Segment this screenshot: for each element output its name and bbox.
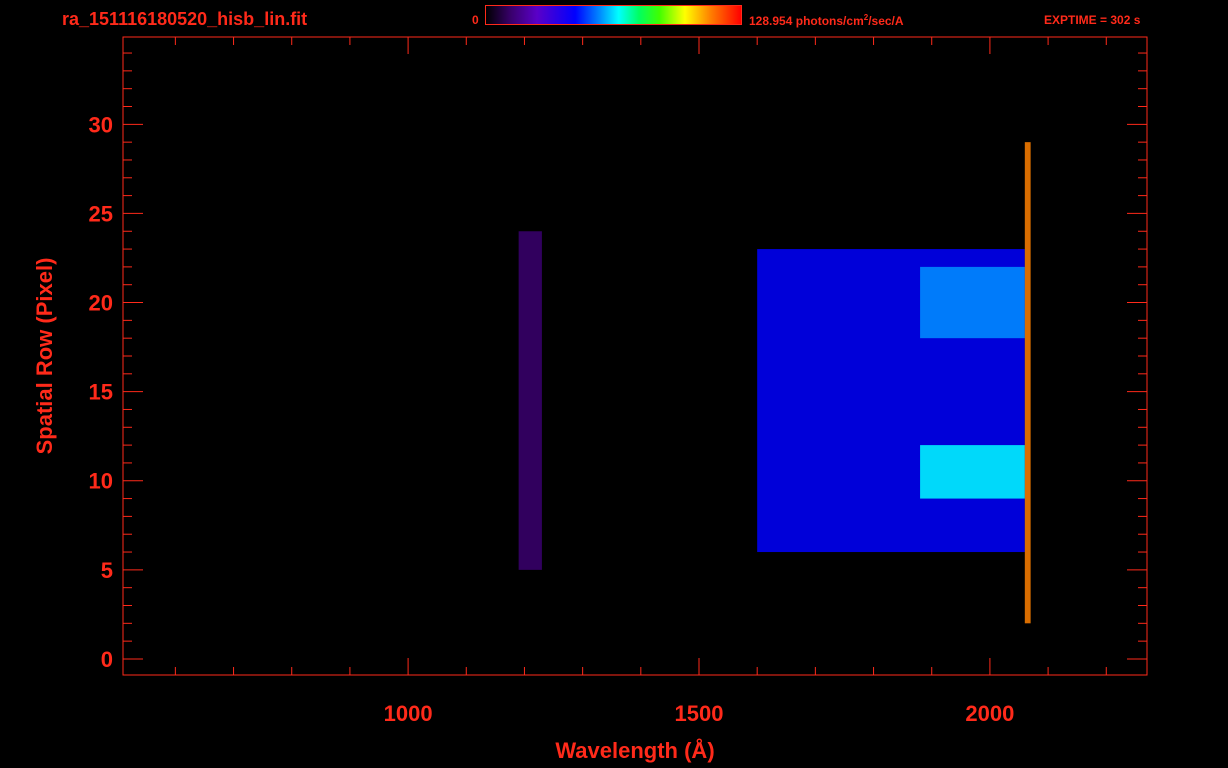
x-tick-label: 2000: [965, 701, 1014, 726]
y-tick-label: 5: [101, 558, 113, 583]
y-tick-label: 15: [89, 380, 113, 405]
heatmap-feature-2: [920, 445, 1025, 499]
x-tick-label: 1000: [384, 701, 433, 726]
spectrum-image-plot: 1000 1500 2000051015202530 Wavelength (Å) …: [32, 36, 1148, 763]
y-tick-label: 30: [89, 112, 113, 137]
x-tick-label: 1500: [675, 701, 724, 726]
y-tick-label: 10: [89, 469, 113, 494]
y-axis-title: Spatial Row (Pixel): [32, 258, 57, 455]
heatmap-image: [518, 142, 1031, 624]
y-tick-label: 0: [101, 647, 113, 672]
y-tick-label: 20: [89, 291, 113, 316]
x-axis-title: Wavelength (Å): [555, 737, 714, 763]
heatmap-feature-3: [920, 266, 1025, 339]
y-tick-label: 25: [89, 201, 113, 226]
heatmap-feature-4: [1024, 142, 1031, 624]
heatmap-feature-0: [518, 231, 542, 570]
